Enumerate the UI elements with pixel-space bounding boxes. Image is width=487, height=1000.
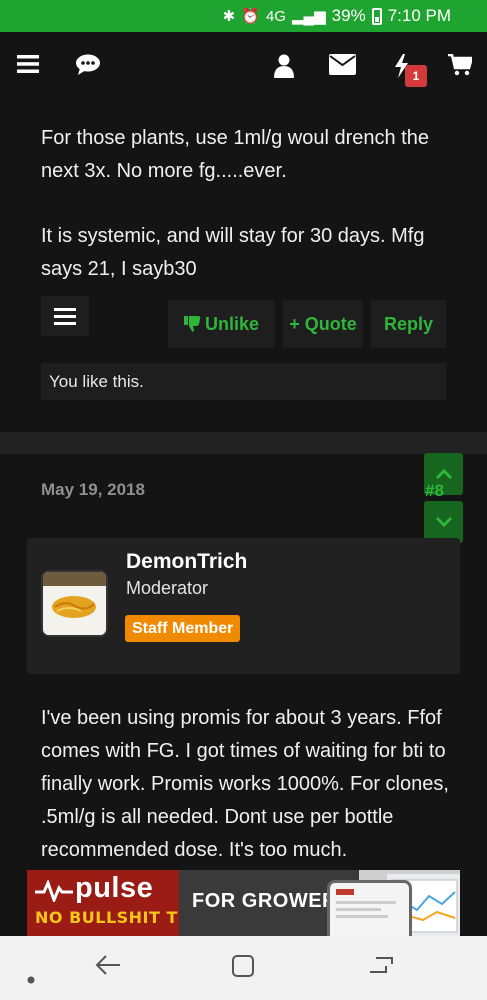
post-number-link[interactable]: #8 [425, 481, 444, 501]
chevron-down-icon [435, 516, 452, 528]
battery-icon [371, 7, 382, 25]
hamburger-icon [54, 307, 76, 311]
username[interactable]: DemonTrich [126, 550, 247, 574]
ad-logo-text: pulse [75, 872, 154, 904]
post-paragraph: For those plants, use 1ml/g woul drench … [41, 127, 429, 182]
home-icon[interactable] [231, 954, 255, 982]
ad-phone-image [327, 880, 412, 936]
ad-banner[interactable]: pulse NO BULLSHIT TECH FOR GROWERS [27, 870, 460, 936]
likes-summary: You like this. [41, 363, 446, 400]
bluetooth-icon: ✱ [222, 8, 236, 25]
recents-icon[interactable] [368, 954, 394, 980]
envelope-icon[interactable] [329, 54, 356, 80]
pulse-wave-icon [35, 880, 73, 902]
back-icon[interactable] [95, 954, 121, 980]
android-nav-bar [0, 936, 487, 1000]
post-date[interactable]: May 19, 2018 [41, 480, 145, 500]
chevron-up-icon [435, 468, 452, 480]
clock: 7:10 PM [387, 6, 451, 25]
post-paragraph: It is systemic, and will stay for 30 day… [41, 225, 425, 280]
quote-label: + Quote [289, 313, 357, 334]
hamburger-icon [54, 321, 76, 325]
user-info-card: DemonTrich Moderator Staff Member [27, 538, 460, 674]
post-divider [0, 432, 487, 454]
user-title: Moderator [126, 578, 209, 598]
signal-icon: ▂▄▆ [291, 8, 326, 25]
reply-button[interactable]: Reply [371, 300, 446, 348]
reply-label: Reply [383, 313, 434, 334]
thumbs-down-icon [183, 316, 201, 332]
post-body: I've been using promis for about 3 years… [41, 707, 449, 861]
chat-bubble-icon[interactable] [75, 54, 101, 81]
user-icon[interactable] [274, 54, 294, 83]
hamburger-icon [54, 314, 76, 318]
staff-badge: Staff Member [125, 615, 241, 642]
alarm-icon: ⏰ [241, 8, 260, 25]
network-type-label: 4G [265, 7, 286, 25]
cart-icon[interactable] [448, 53, 474, 81]
post-menu-button[interactable] [41, 296, 89, 336]
quote-button[interactable]: + Quote [283, 300, 363, 348]
alerts-count-badge: 1 [405, 65, 427, 87]
battery-percent: 39% [331, 6, 366, 25]
hamburger-icon[interactable] [17, 54, 39, 79]
status-bar: ✱ ⏰ 4G ▂▄▆ 39% 7:10 PM [0, 0, 487, 32]
unlike-button[interactable]: Unlike [168, 300, 275, 348]
dot-icon[interactable] [27, 962, 35, 988]
scroll-down-button[interactable] [424, 501, 463, 543]
unlike-label: Unlike [204, 313, 260, 334]
top-navbar: 1 [0, 32, 487, 104]
avatar[interactable] [41, 570, 108, 637]
